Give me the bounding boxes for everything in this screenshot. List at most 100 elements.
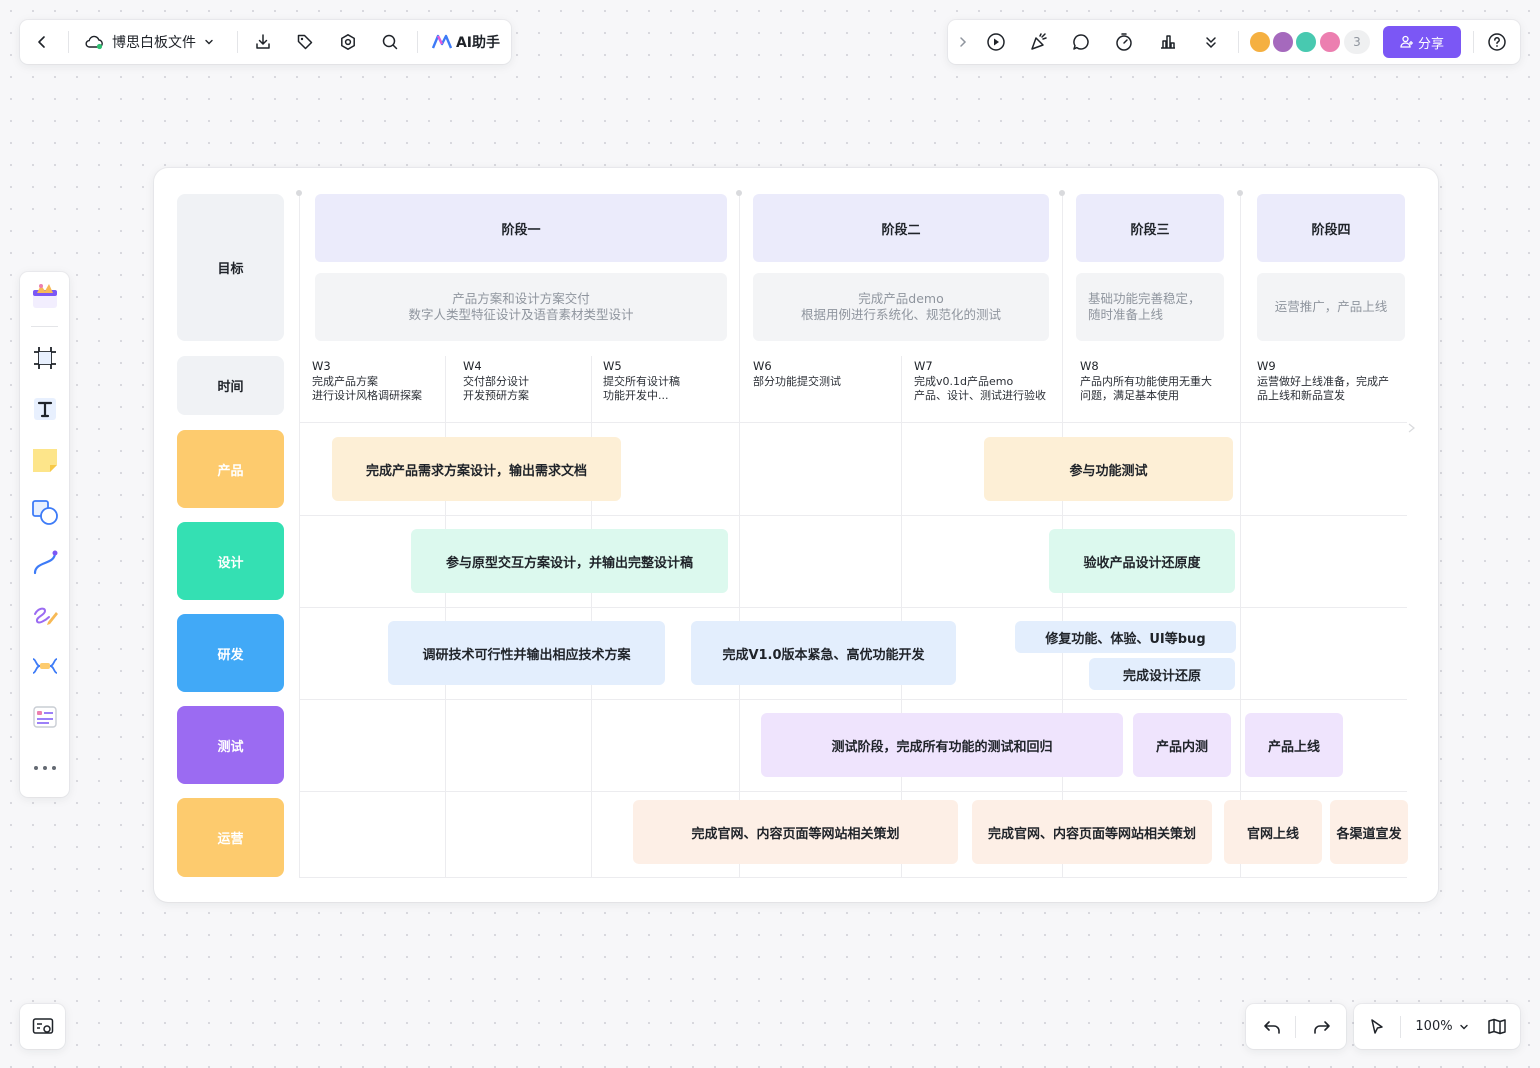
- settings-button[interactable]: [333, 20, 363, 64]
- cloud-icon: [84, 34, 104, 50]
- week-w5: W5 提交所有设计稿 功能开发中...: [603, 359, 733, 403]
- row-label-product: 产品: [177, 430, 284, 508]
- week-desc: 部分功能提交测试: [753, 375, 841, 388]
- divider: [417, 31, 418, 53]
- book-map-icon: [1487, 1018, 1507, 1036]
- download-button[interactable]: [248, 20, 278, 64]
- back-button[interactable]: [26, 20, 58, 64]
- minimap-button[interactable]: [20, 1004, 65, 1049]
- row-label-goal: 目标: [177, 194, 284, 341]
- task-test-1[interactable]: 测试阶段，完成所有功能的测试和回归: [761, 713, 1123, 777]
- avatar[interactable]: [1248, 30, 1272, 54]
- pen-tool[interactable]: [20, 594, 69, 634]
- task-test-2[interactable]: 产品内测: [1133, 713, 1231, 777]
- task-dev-1[interactable]: 调研技术可行性并输出相应技术方案: [388, 621, 665, 685]
- phase-4[interactable]: 阶段四: [1257, 194, 1405, 262]
- collapse-toolbar-button[interactable]: [952, 20, 974, 64]
- zoom-level: 100%: [1415, 1019, 1453, 1034]
- goal-phase-3[interactable]: 基础功能完善稳定， 随时准备上线: [1076, 273, 1224, 341]
- task-ops-2[interactable]: 完成官网、内容页面等网站相关策划: [972, 800, 1212, 864]
- goal-phase-1[interactable]: 产品方案和设计方案交付 数字人类型特征设计及语音素材类型设计: [315, 273, 727, 341]
- goal-phase-4[interactable]: 运营推广，产品上线: [1257, 273, 1405, 341]
- task-test-3[interactable]: 产品上线: [1245, 713, 1343, 777]
- mindmap-tool[interactable]: [20, 646, 69, 686]
- task-ops-4[interactable]: 各渠道宣发: [1330, 800, 1408, 864]
- curve-connector-icon: [31, 549, 59, 577]
- timeline-axis: [299, 422, 1407, 423]
- roadmap-board[interactable]: 目标 时间 产品 设计 研发 测试 运营 阶段一 阶段二 阶段三 阶段四 产品方…: [154, 168, 1438, 902]
- task-product-1[interactable]: 完成产品需求方案设计，输出需求文档: [332, 437, 621, 501]
- phase-3[interactable]: 阶段三: [1076, 194, 1224, 262]
- frame-tool[interactable]: [20, 338, 69, 378]
- timer-button[interactable]: [1109, 20, 1139, 64]
- select-tool-button[interactable]: [1360, 1004, 1394, 1049]
- week-label: W3: [312, 359, 331, 373]
- gear-icon: [339, 33, 357, 51]
- present-button[interactable]: [981, 20, 1011, 64]
- week-desc: 产品内所有功能使用无重大 问题，满足基本使用: [1080, 375, 1212, 402]
- chevron-down-icon: [204, 37, 214, 47]
- divider: [591, 356, 592, 878]
- more-tools-button[interactable]: [20, 748, 69, 788]
- ai-logo-icon: [431, 34, 452, 50]
- avatar-more-count[interactable]: 3: [1344, 30, 1370, 54]
- chevron-down-icon: [1459, 1022, 1469, 1032]
- zoom-select[interactable]: 100%: [1410, 1004, 1474, 1049]
- sticky-note-tool[interactable]: [20, 440, 69, 480]
- help-button[interactable]: [1481, 20, 1513, 64]
- text-tool[interactable]: [20, 389, 69, 429]
- task-dev-2[interactable]: 完成V1.0版本紧急、高优功能开发: [691, 621, 956, 685]
- task-design-2[interactable]: 验收产品设计还原度: [1049, 529, 1235, 593]
- divider: [299, 877, 1407, 878]
- avatar[interactable]: [1294, 30, 1318, 54]
- template-tool[interactable]: [20, 276, 69, 316]
- phase-1[interactable]: 阶段一: [315, 194, 727, 262]
- comment-button[interactable]: [1066, 20, 1096, 64]
- celebrate-button[interactable]: [1024, 20, 1054, 64]
- connector-tool[interactable]: [20, 543, 69, 583]
- avatar[interactable]: [1271, 30, 1295, 54]
- avatar[interactable]: [1318, 30, 1342, 54]
- doc-title: 博思白板文件: [112, 35, 196, 51]
- undo-button[interactable]: [1254, 1004, 1290, 1049]
- redo-button[interactable]: [1304, 1004, 1340, 1049]
- vote-button[interactable]: [1153, 20, 1183, 64]
- frame-icon: [32, 345, 58, 371]
- week-w4: W4 交付部分设计 开发预研方案: [463, 359, 588, 403]
- comment-icon: [1071, 32, 1091, 52]
- left-toolbar: [20, 272, 69, 797]
- share-button[interactable]: 分享: [1383, 26, 1461, 58]
- pen-scribble-icon: [31, 600, 59, 628]
- more-tools-button[interactable]: [1196, 20, 1226, 64]
- map-view-button[interactable]: [1480, 1004, 1514, 1049]
- share-label: 分享: [1417, 36, 1444, 52]
- week-label: W7: [914, 359, 933, 373]
- table-tool[interactable]: [20, 697, 69, 737]
- week-desc: 交付部分设计 开发预研方案: [463, 375, 529, 402]
- task-dev-4[interactable]: 完成设计还原: [1089, 658, 1235, 690]
- top-right-toolbar: 3 分享: [948, 20, 1520, 64]
- add-user-icon: [1400, 35, 1414, 49]
- ai-assistant-button[interactable]: AI助手: [426, 20, 506, 64]
- week-w3: W3 完成产品方案 进行设计风格调研探案: [312, 359, 442, 403]
- goal-phase-2[interactable]: 完成产品demo 根据用例进行系统化、规范化的测试: [753, 273, 1049, 341]
- tag-button[interactable]: [290, 20, 320, 64]
- more-dots-icon: [33, 765, 57, 771]
- row-label-ops: 运营: [177, 798, 284, 877]
- task-design-1[interactable]: 参与原型交互方案设计，并输出完整设计稿: [411, 529, 728, 593]
- week-w9: W9 运营做好上线准备，完成产 品上线和新品宣发: [1257, 359, 1407, 403]
- divider: [1473, 31, 1474, 53]
- task-ops-1[interactable]: 完成官网、内容页面等网站相关策划: [633, 800, 958, 864]
- task-ops-3[interactable]: 官网上线: [1224, 800, 1322, 864]
- sticky-note-icon: [31, 446, 59, 474]
- shape-tool[interactable]: [20, 492, 69, 532]
- doc-title-menu[interactable]: 博思白板文件: [84, 20, 232, 64]
- week-desc: 提交所有设计稿 功能开发中...: [603, 375, 680, 402]
- top-left-toolbar: 博思白板文件 AI助手: [20, 20, 511, 64]
- search-button[interactable]: [375, 20, 405, 64]
- task-dev-3[interactable]: 修复功能、体验、UI等bug: [1015, 621, 1236, 653]
- divider: [1400, 1016, 1401, 1038]
- task-product-2[interactable]: 参与功能测试: [984, 437, 1233, 501]
- phase-2[interactable]: 阶段二: [753, 194, 1049, 262]
- divider: [739, 194, 740, 878]
